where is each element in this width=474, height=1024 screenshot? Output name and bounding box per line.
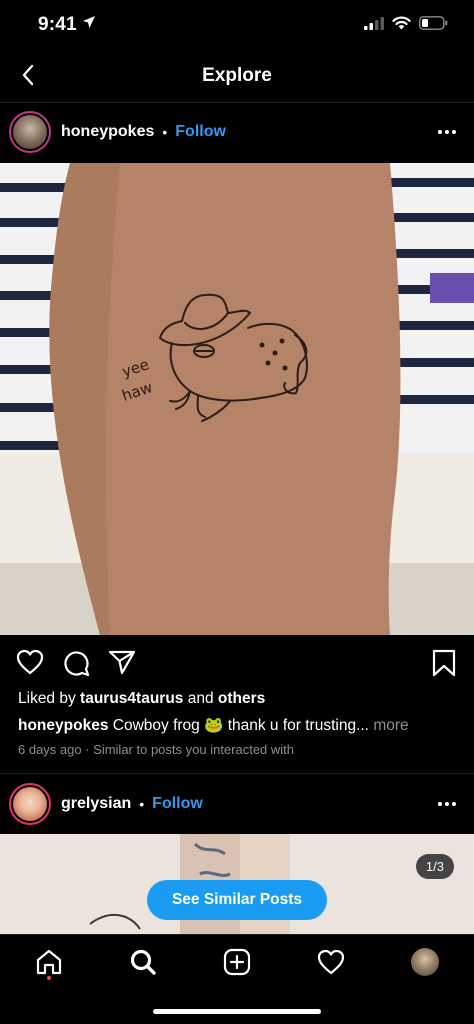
divider	[0, 773, 474, 774]
likes-and: and	[187, 690, 214, 707]
caption-text: Cowboy frog 🐸 thank u for trusting...	[112, 717, 369, 734]
battery-icon	[419, 16, 448, 30]
save-bookmark-icon[interactable]	[432, 649, 456, 677]
tab-profile[interactable]	[410, 947, 440, 977]
likes-text: Liked by taurus4taurus and others	[18, 690, 265, 708]
tab-activity[interactable]	[316, 947, 346, 977]
home-icon	[36, 949, 62, 975]
notification-dot	[47, 976, 51, 980]
tab-home[interactable]	[34, 947, 64, 977]
tab-new-post[interactable]	[222, 947, 252, 977]
home-indicator[interactable]	[153, 1009, 321, 1014]
post-username[interactable]: honeypokes	[61, 123, 154, 141]
see-similar-posts-button[interactable]: See Similar Posts	[147, 880, 327, 920]
more-dot	[438, 130, 442, 134]
more-dot	[438, 802, 442, 806]
tattoo-photo: yee haw	[0, 163, 474, 635]
post-header: grelysian • Follow	[0, 776, 474, 832]
status-icons	[364, 16, 448, 30]
more-dot	[452, 130, 456, 134]
post-image[interactable]: yee haw	[0, 163, 474, 635]
separator-dot: •	[139, 796, 145, 812]
caption-username[interactable]: honeypokes	[18, 717, 108, 734]
avatar[interactable]	[9, 111, 51, 153]
search-icon	[130, 949, 156, 975]
more-options-button[interactable]	[436, 793, 458, 815]
caption: honeypokes Cowboy frog 🐸 thank u for tru…	[18, 716, 458, 735]
post-actions	[0, 645, 474, 681]
post-meta: 6 days ago · Similar to posts you intera…	[18, 742, 295, 757]
nav-header: Explore	[0, 50, 474, 102]
liked-by-user[interactable]: taurus4taurus	[80, 690, 183, 707]
follow-button[interactable]: Follow	[175, 123, 226, 141]
liked-by-others[interactable]: others	[218, 690, 265, 707]
post-header: honeypokes • Follow	[0, 104, 474, 160]
tab-search[interactable]	[128, 947, 158, 977]
separator-dot: •	[162, 124, 168, 140]
more-dot	[445, 130, 449, 134]
more-dot	[452, 802, 456, 806]
carousel-counter: 1/3	[415, 854, 454, 879]
avatar[interactable]	[9, 783, 51, 825]
page-title: Explore	[202, 65, 272, 86]
new-post-icon	[223, 948, 251, 976]
wifi-icon	[392, 16, 411, 30]
comment-icon[interactable]	[62, 649, 90, 677]
more-options-button[interactable]	[436, 121, 458, 143]
profile-avatar	[411, 948, 439, 976]
cellular-signal-icon	[364, 16, 384, 30]
follow-button[interactable]: Follow	[152, 795, 203, 813]
like-heart-icon[interactable]	[16, 649, 44, 675]
likes-prefix: Liked by	[18, 690, 76, 707]
share-icon[interactable]	[108, 649, 136, 675]
divider	[0, 102, 474, 103]
post-username[interactable]: grelysian	[61, 795, 131, 813]
location-arrow-icon	[83, 16, 95, 28]
status-bar: 9:41	[0, 0, 474, 50]
more-dot	[445, 802, 449, 806]
activity-heart-icon	[317, 949, 345, 975]
status-time: 9:41	[38, 14, 77, 35]
caption-more-link[interactable]: more	[373, 717, 408, 734]
